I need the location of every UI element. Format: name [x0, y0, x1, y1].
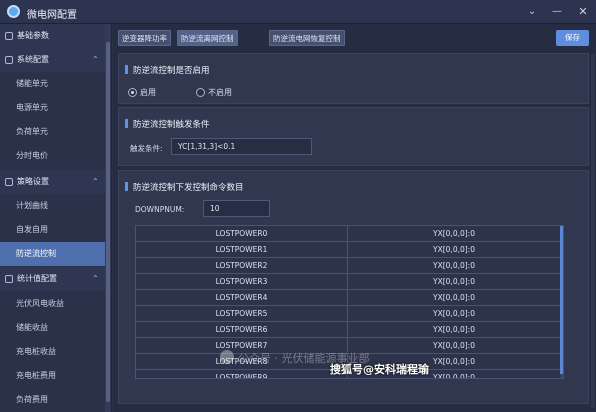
panel-trigger: 防逆流控制触发条件 触发条件: YC[1,31,3]<0.1 — [118, 107, 589, 166]
table-cell-value[interactable]: YX[0,0,0]:0 — [348, 306, 560, 322]
app-logo-icon — [7, 5, 20, 18]
sidebar-item-label: 负荷单元 — [16, 127, 48, 136]
downpnum-label: DOWNPNUM: — [135, 205, 185, 214]
title-bar: 微电网配置 ⌄ — ✕ — [0, 0, 596, 24]
sohu-watermark: 搜狐号@安科瑞程瑜 — [330, 363, 429, 376]
radio-circle-icon — [196, 88, 205, 97]
sidebar-group-basic-params[interactable]: 基础参数 — [0, 24, 105, 48]
tab-inverter-derate[interactable]: 逆变器降功率 — [118, 30, 171, 46]
table-cell-value[interactable]: YX[0,0,0]:0 — [348, 274, 560, 290]
chevron-up-icon: ⌃ — [92, 177, 99, 186]
close-button[interactable]: ✕ — [575, 4, 591, 20]
table-cell-name[interactable]: LOSTPOWER6 — [136, 322, 348, 338]
tab-anti-backflow-offgrid[interactable]: 防逆流离网控制 — [177, 30, 238, 46]
table-row[interactable]: LOSTPOWER6 YX[0,0,0]:0 — [136, 322, 560, 338]
sidebar-group-statistics[interactable]: 统计值配置 ⌃ — [0, 267, 105, 291]
table-cell-value[interactable]: YX[0,0,0]:0 — [348, 338, 560, 354]
sidebar-item-load-unit[interactable]: 负荷单元 — [0, 120, 105, 144]
trigger-condition-input[interactable]: YC[1,31,3]<0.1 — [171, 138, 312, 155]
table-row[interactable]: LOSTPOWER0 YX[0,0,0]:0 — [136, 226, 560, 242]
table-cell-name[interactable]: LOSTPOWER0 — [136, 226, 348, 242]
sidebar-item-storage-unit[interactable]: 储能单元 — [0, 72, 105, 96]
sidebar-item-load-cost[interactable]: 负荷费用 — [0, 388, 105, 412]
table-row[interactable]: LOSTPOWER5 YX[0,0,0]:0 — [136, 306, 560, 322]
radio-circle-icon — [128, 88, 137, 97]
table-cell-name[interactable]: LOSTPOWER5 — [136, 306, 348, 322]
sidebar-item-power-unit[interactable]: 电源单元 — [0, 96, 105, 120]
chevron-up-icon: ⌃ — [92, 55, 99, 64]
table-row[interactable]: LOSTPOWER4 YX[0,0,0]:0 — [136, 290, 560, 306]
sidebar-group-label: 基础参数 — [17, 31, 49, 40]
sidebar-item-label: 负荷费用 — [16, 395, 48, 404]
sidebar-item-label: 充电桩收益 — [16, 347, 56, 356]
sidebar-group-label: 统计值配置 — [17, 274, 57, 283]
downpnum-input[interactable]: 10 — [203, 200, 270, 217]
trigger-condition-label: 触发条件: — [130, 144, 163, 153]
sidebar-item-plan-curve[interactable]: 计划曲线 — [0, 194, 105, 218]
save-button[interactable]: 保存 — [556, 30, 589, 46]
strategy-icon — [5, 178, 13, 186]
sliders-icon — [5, 32, 13, 40]
panel-enable: 防逆流控制是否启用 启用 不启用 — [118, 53, 589, 104]
gear-icon — [5, 56, 13, 64]
sidebar-group-label: 策略设置 — [17, 177, 49, 186]
sidebar-item-charger-income[interactable]: 充电桩收益 — [0, 340, 105, 364]
radio-label: 启用 — [140, 88, 156, 97]
table-cell-name[interactable]: LOSTPOWER9 — [136, 370, 348, 378]
sidebar-item-storage-income[interactable]: 储能收益 — [0, 316, 105, 340]
table-row[interactable]: LOSTPOWER3 YX[0,0,0]:0 — [136, 274, 560, 290]
sidebar: 基础参数 系统配置 ⌃ 储能单元 电源单元 负荷单元 分时电价 策略设置 ⌃ 计… — [0, 24, 112, 412]
sidebar-item-label: 充电桩费用 — [16, 371, 56, 380]
table-row[interactable]: LOSTPOWER1 YX[0,0,0]:0 — [136, 242, 560, 258]
main-scrollbar[interactable] — [591, 54, 595, 408]
chevron-up-icon: ⌃ — [92, 274, 99, 283]
table-cell-value[interactable]: YX[0,0,0]:0 — [348, 258, 560, 274]
table-cell-value[interactable]: YX[0,0,0]:0 — [348, 226, 560, 242]
sidebar-item-label: 光伏风电收益 — [16, 299, 64, 308]
sidebar-item-label: 储能收益 — [16, 323, 48, 332]
table-cell-name[interactable]: LOSTPOWER4 — [136, 290, 348, 306]
sidebar-item-label: 储能单元 — [16, 79, 48, 88]
tab-anti-backflow-grid-restore[interactable]: 防逆流电网恢复控制 — [269, 30, 345, 46]
table-cell-value[interactable]: YX[0,0,0]:0 — [348, 242, 560, 258]
sidebar-group-system-config[interactable]: 系统配置 ⌃ — [0, 48, 105, 72]
sidebar-item-label: 计划曲线 — [16, 201, 48, 210]
wechat-icon — [220, 350, 234, 364]
sidebar-item-label: 电源单元 — [16, 103, 48, 112]
sidebar-item-pv-wind-income[interactable]: 光伏风电收益 — [0, 292, 105, 316]
collapse-chevron-icon[interactable]: ⌄ — [524, 4, 540, 20]
sidebar-item-tou-price[interactable]: 分时电价 — [0, 144, 105, 168]
sidebar-group-strategy[interactable]: 策略设置 ⌃ — [0, 170, 105, 194]
sidebar-scrollbar-thumb[interactable] — [106, 42, 110, 402]
sidebar-item-label: 防逆流控制 — [16, 249, 56, 258]
app-title: 微电网配置 — [27, 10, 77, 21]
panel-title: 防逆流控制下发控制命令数目 — [125, 182, 244, 193]
table-cell-value[interactable]: YX[0,0,0]:0 — [348, 290, 560, 306]
table-scrollbar-thumb[interactable] — [560, 226, 563, 374]
table-cell-value[interactable]: YX[0,0,0]:0 — [348, 322, 560, 338]
table-row[interactable]: LOSTPOWER2 YX[0,0,0]:0 — [136, 258, 560, 274]
panel-title: 防逆流控制触发条件 — [125, 119, 210, 130]
sidebar-item-label: 分时电价 — [16, 151, 48, 160]
table-cell-name[interactable]: LOSTPOWER2 — [136, 258, 348, 274]
minimize-button[interactable]: — — [549, 4, 565, 20]
sidebar-item-charger-cost[interactable]: 充电桩费用 — [0, 364, 105, 388]
sidebar-item-label: 自发自用 — [16, 225, 48, 234]
sidebar-item-anti-backflow[interactable]: 防逆流控制 — [0, 242, 105, 266]
sidebar-group-label: 系统配置 — [17, 55, 49, 64]
radio-label: 不启用 — [208, 88, 232, 97]
table-cell-name[interactable]: LOSTPOWER1 — [136, 242, 348, 258]
sidebar-item-self-use[interactable]: 自发自用 — [0, 218, 105, 242]
panel-title: 防逆流控制是否启用 — [125, 65, 210, 76]
stats-icon — [5, 275, 13, 283]
table-cell-name[interactable]: LOSTPOWER3 — [136, 274, 348, 290]
